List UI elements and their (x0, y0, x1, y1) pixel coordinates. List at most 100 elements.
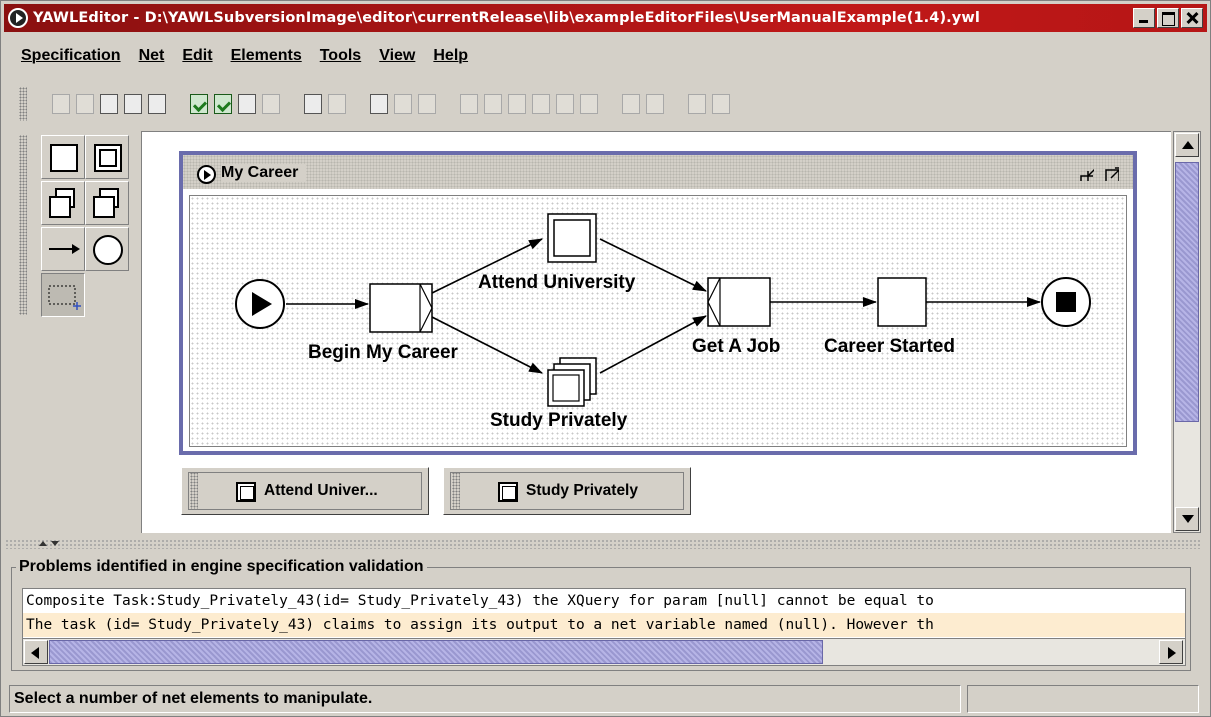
task-attend-university[interactable] (547, 213, 597, 263)
net-start-icon (197, 165, 216, 184)
task-label-career: Career Started (824, 336, 955, 357)
problem-row[interactable]: Composite Task:Study_Privately_43(id= St… (23, 589, 1185, 613)
net-title: My Career (221, 164, 307, 182)
open-spec-icon[interactable] (73, 91, 97, 117)
remove-net-icon[interactable] (325, 91, 349, 117)
multiple-atomic-task-icon (49, 196, 71, 218)
composite-task-icon (94, 144, 122, 172)
save-icon[interactable] (97, 91, 121, 117)
marquee-select-tool[interactable] (41, 273, 85, 317)
new-spec-icon[interactable] (49, 91, 73, 117)
scroll-left-arrow[interactable] (24, 640, 48, 664)
close-spec-icon[interactable] (145, 91, 169, 117)
minimized-net-attend-university[interactable]: Attend Univer... (181, 467, 429, 515)
menu-net[interactable]: Net (139, 47, 165, 71)
menu-help[interactable]: Help (433, 47, 468, 71)
remove-cancellation-icon[interactable] (643, 91, 667, 117)
menu-bar: Specification Net Edit Elements Tools Vi… (4, 47, 468, 71)
task-study-privately[interactable] (547, 357, 597, 407)
menu-tools[interactable]: Tools (320, 47, 361, 71)
task-label-attend: Attend University (478, 272, 636, 293)
split-pane-divider[interactable] (5, 539, 1201, 549)
multiple-composite-task-icon (93, 196, 115, 218)
window-title: YAWLEditor - D:\YAWLSubversionImage\edit… (33, 10, 980, 26)
condition-tool[interactable] (85, 227, 129, 271)
net-frame-header[interactable]: My Career (183, 155, 1133, 191)
net-internal-frame: My Career Begin My Career Attend Univers… (179, 151, 1137, 455)
task-label-study: Study Privately (490, 410, 628, 431)
task-career-started[interactable] (877, 277, 927, 327)
maximize-button[interactable] (1157, 8, 1179, 28)
status-bar: Select a number of net elements to manip… (9, 685, 961, 713)
export-icon[interactable] (235, 91, 259, 117)
task-get-a-job[interactable] (707, 277, 771, 327)
net-diagram[interactable]: Begin My Career Attend University Study … (189, 195, 1127, 447)
align-right-icon[interactable] (577, 91, 601, 117)
task-begin-my-career[interactable] (369, 283, 433, 333)
output-condition[interactable] (1041, 277, 1091, 327)
atomic-task-tool[interactable] (41, 135, 85, 179)
problems-title: Problems identified in engine specificat… (16, 558, 427, 576)
composite-net-icon (236, 482, 256, 502)
save-as-icon[interactable] (121, 91, 145, 117)
undo-icon[interactable] (367, 91, 391, 117)
minimized-net-label: Study Privately (526, 482, 638, 499)
problem-row[interactable]: The task (id= Study_Privately_43) claims… (23, 613, 1185, 637)
flow-tool[interactable] (41, 227, 85, 271)
problems-list[interactable]: Composite Task:Study_Privately_43(id= St… (22, 588, 1186, 666)
task-label-job: Get A Job (692, 336, 781, 357)
align-center-icon[interactable] (553, 91, 577, 117)
menu-view[interactable]: View (379, 47, 415, 71)
align-middle-icon[interactable] (481, 91, 505, 117)
scroll-down-arrow[interactable] (1175, 507, 1199, 531)
composite-net-icon (498, 482, 518, 502)
canvas-vertical-scrollbar[interactable] (1173, 131, 1201, 533)
minimize-net-icon[interactable] (1078, 165, 1096, 183)
menu-elements[interactable]: Elements (231, 47, 302, 71)
marquee-icon (48, 285, 81, 310)
composite-task-tool[interactable] (85, 135, 129, 179)
multiple-composite-task-tool[interactable] (85, 181, 129, 225)
task-label-begin: Begin My Career (308, 342, 458, 363)
minimize-button[interactable] (1133, 8, 1155, 28)
menu-specification[interactable]: Specification (21, 47, 121, 71)
import-icon[interactable] (259, 91, 283, 117)
align-bottom-icon[interactable] (505, 91, 529, 117)
element-palette (19, 131, 131, 531)
align-left-icon[interactable] (529, 91, 553, 117)
close-button[interactable] (1181, 8, 1203, 28)
redo-icon[interactable] (391, 91, 415, 117)
problems-panel: Problems identified in engine specificat… (11, 558, 1191, 671)
maximize-net-icon[interactable] (1103, 165, 1121, 183)
scroll-thumb[interactable] (1175, 162, 1199, 422)
palette-grip[interactable] (19, 135, 27, 315)
net-graph (235, 213, 1091, 407)
add-cancellation-icon[interactable] (619, 91, 643, 117)
zoom-in-icon[interactable] (685, 91, 709, 117)
input-condition[interactable] (235, 279, 285, 329)
analyse-icon[interactable] (211, 91, 235, 117)
minimized-net-study-privately[interactable]: Study Privately (443, 467, 691, 515)
status-bar-secondary (967, 685, 1199, 713)
toolbar-grip[interactable] (19, 87, 27, 121)
horizontal-scroll-thumb[interactable] (49, 640, 823, 664)
title-bar[interactable]: YAWLEditor - D:\YAWLSubversionImage\edit… (4, 4, 1207, 32)
create-net-icon[interactable] (301, 91, 325, 117)
splitter-arrows-icon[interactable] (37, 539, 67, 549)
multiple-atomic-task-tool[interactable] (41, 181, 85, 225)
flow-arrow-icon (49, 244, 80, 254)
align-top-icon[interactable] (457, 91, 481, 117)
scroll-right-arrow[interactable] (1159, 640, 1183, 664)
yawl-app-icon[interactable] (8, 8, 28, 28)
toolbar (19, 85, 1199, 123)
problems-horizontal-scrollbar[interactable] (23, 638, 1185, 665)
delete-icon[interactable] (415, 91, 439, 117)
condition-icon (93, 235, 123, 265)
zoom-out-icon[interactable] (709, 91, 733, 117)
scroll-up-arrow[interactable] (1175, 133, 1199, 157)
menu-edit[interactable]: Edit (182, 47, 212, 71)
minimized-net-label: Attend Univer... (264, 482, 378, 499)
atomic-task-icon (50, 144, 78, 172)
app-window: YAWLEditor - D:\YAWLSubversionImage\edit… (0, 0, 1211, 717)
validate-icon[interactable] (187, 91, 211, 117)
